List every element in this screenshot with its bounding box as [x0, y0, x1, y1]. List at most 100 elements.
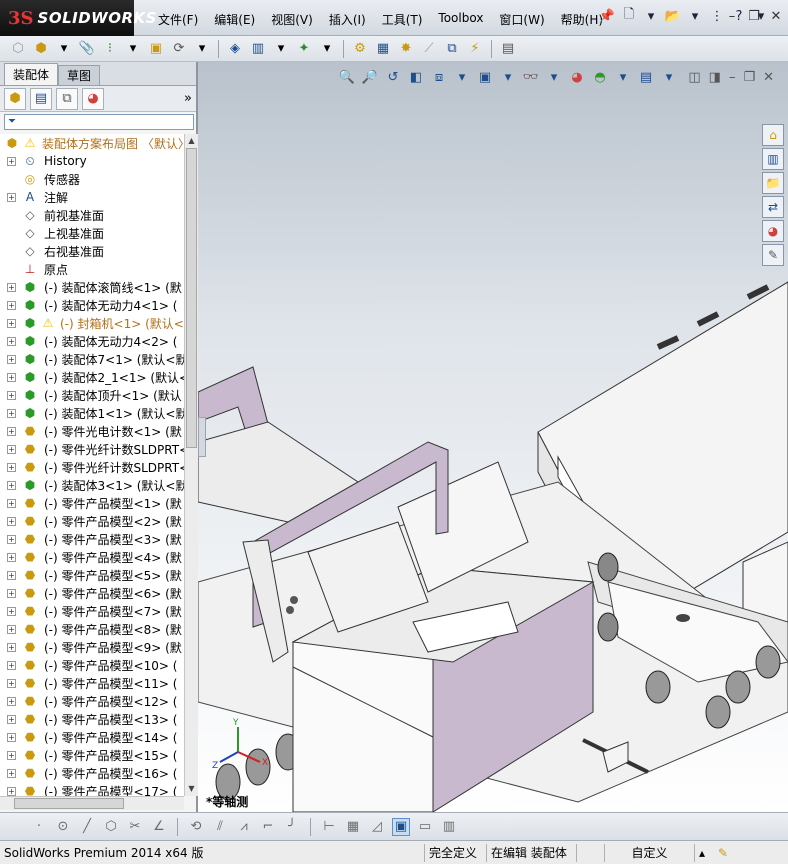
- tree-item[interactable]: + ⬣ (-) 零件产品模型<10> (: [0, 656, 184, 674]
- file-explorer-icon[interactable]: 📁: [762, 172, 784, 194]
- tree-item[interactable]: + ⬢ (-) 装配体滚筒线<1> (默: [0, 278, 184, 296]
- reference-geometry-icon[interactable]: ✦: [294, 39, 314, 59]
- tree-item[interactable]: + ⬢ (-) 装配体无动力4<1> (: [0, 296, 184, 314]
- expand-toggle-icon[interactable]: +: [7, 444, 16, 454]
- tree-root-item[interactable]: ⬢ ⚠ 装配体方案布局图 〈默认〉: [0, 134, 184, 152]
- dropdown-arrow-icon[interactable]: ▾: [453, 68, 471, 86]
- dropdown-arrow-icon[interactable]: ▾: [614, 68, 632, 86]
- expand-toggle-icon[interactable]: +: [7, 552, 16, 562]
- dropdown-arrow-icon[interactable]: ▾: [499, 68, 517, 86]
- instant3d-icon[interactable]: ⚡: [465, 39, 485, 59]
- tree-item[interactable]: + ⬢ ⚠ (-) 封箱机<1> (默认<: [0, 314, 184, 332]
- hide-show-items-icon[interactable]: 👓: [522, 68, 540, 86]
- filter-input[interactable]: ⏷: [4, 114, 194, 130]
- tree-item[interactable]: + ⬣ (-) 零件产品模型<8> (默: [0, 620, 184, 638]
- view-settings-icon[interactable]: ▤: [637, 68, 655, 86]
- dropdown-arrow-icon[interactable]: ▾: [545, 68, 563, 86]
- dropdown-arrow-icon[interactable]: ▾: [660, 68, 678, 86]
- expand-toggle-icon[interactable]: +: [7, 426, 16, 436]
- tree-item[interactable]: + ⬣ (-) 零件产品模型<3> (默: [0, 530, 184, 548]
- tree-item[interactable]: ◇ 上视基准面: [0, 224, 184, 242]
- tree-item[interactable]: + ⏲ History: [0, 152, 184, 170]
- circle-icon[interactable]: ⊙: [54, 818, 72, 836]
- expand-toggle-icon[interactable]: +: [7, 372, 16, 382]
- new-motion-study-icon[interactable]: ⚙: [350, 39, 370, 59]
- assembly-model[interactable]: Y X Z: [198, 62, 788, 812]
- appearance-manager-icon[interactable]: ◕: [82, 87, 104, 110]
- tab-assembly[interactable]: 装配体: [4, 63, 59, 85]
- menu-tools[interactable]: 工具(T): [374, 9, 431, 30]
- close-icon[interactable]: ✕: [768, 8, 784, 24]
- expand-toggle-icon[interactable]: +: [7, 750, 16, 760]
- minimize-icon[interactable]: –: [724, 8, 740, 24]
- expand-toggle-icon[interactable]: +: [7, 534, 16, 544]
- point-icon[interactable]: ·: [30, 818, 48, 836]
- dropdown-arrow-icon[interactable]: ▾: [686, 7, 704, 25]
- previous-view-icon[interactable]: ↺: [384, 68, 402, 86]
- scroll-up-icon[interactable]: ▲: [185, 134, 198, 148]
- dimension-icon[interactable]: ⊢: [320, 818, 338, 836]
- polygon-icon[interactable]: ⬡: [102, 818, 120, 836]
- tree-item[interactable]: + ⬣ (-) 零件产品模型<4> (默: [0, 548, 184, 566]
- expand-toggle-icon[interactable]: +: [7, 318, 16, 328]
- status-arrow-icon[interactable]: ▴: [694, 843, 714, 862]
- tree-item[interactable]: + ⬣ (-) 零件光纤计数SLDPRT<: [0, 458, 184, 476]
- expand-toggle-icon[interactable]: +: [7, 588, 16, 598]
- expand-toggle-icon[interactable]: +: [7, 282, 16, 292]
- menu-edit[interactable]: 编辑(E): [206, 9, 263, 30]
- tree-item[interactable]: + ⬣ (-) 零件产品模型<12> (: [0, 692, 184, 710]
- shaded-view-icon[interactable]: ▣: [392, 817, 410, 836]
- dropdown-arrow-icon[interactable]: ▾: [123, 39, 143, 59]
- apply-scene-icon[interactable]: ◓: [591, 68, 609, 86]
- tree-item[interactable]: ◎ 传感器: [0, 170, 184, 188]
- tree-item[interactable]: + ⬣ (-) 零件产品模型<11> (: [0, 674, 184, 692]
- expand-toggle-icon[interactable]: +: [7, 768, 16, 778]
- menu-insert[interactable]: 插入(I): [321, 9, 374, 30]
- custom-properties-icon[interactable]: ✎: [762, 244, 784, 266]
- tree-item[interactable]: ◇ 前视基准面: [0, 206, 184, 224]
- angle-icon[interactable]: ∠: [150, 818, 168, 836]
- status-units[interactable]: 自定义: [604, 843, 694, 862]
- dropdown-arrow-icon[interactable]: ▾: [54, 39, 74, 59]
- interference-detection-icon[interactable]: ⧉: [442, 39, 462, 59]
- solidworks-logo[interactable]: 3S SOLIDWORKS: [0, 0, 156, 36]
- tree-item[interactable]: + ⬣ (-) 零件光纤计数SLDPRT<: [0, 440, 184, 458]
- tree-item[interactable]: + ⬣ (-) 零件产品模型<9> (默: [0, 638, 184, 656]
- tree-item[interactable]: + ⬣ (-) 零件产品模型<6> (默: [0, 584, 184, 602]
- menu-file[interactable]: 文件(F): [150, 9, 206, 30]
- expand-toggle-icon[interactable]: +: [7, 714, 16, 724]
- view-orientation-icon[interactable]: ⧈: [430, 68, 448, 86]
- configuration-manager-icon[interactable]: ⧉: [56, 87, 78, 110]
- zoom-to-fit-icon[interactable]: 🔍: [338, 68, 356, 86]
- smart-fasteners-icon[interactable]: ▣: [146, 39, 166, 59]
- tree-item[interactable]: + ⬣ (-) 零件产品模型<1> (默: [0, 494, 184, 512]
- appearances-icon[interactable]: ◕: [762, 220, 784, 242]
- tree-item[interactable]: + ⬢ (-) 装配体顶升<1> (默认: [0, 386, 184, 404]
- tree-item[interactable]: + ⬣ (-) 零件产品模型<14> (: [0, 728, 184, 746]
- expand-toggle-icon[interactable]: +: [7, 606, 16, 616]
- tree-item[interactable]: + ⬣ (-) 零件产品模型<13> (: [0, 710, 184, 728]
- expand-toggle-icon[interactable]: +: [7, 786, 16, 796]
- expand-toggle-icon[interactable]: +: [7, 480, 16, 490]
- home-icon[interactable]: ⌂: [762, 124, 784, 146]
- menu-window[interactable]: 窗口(W): [491, 9, 552, 30]
- assembly-features-icon[interactable]: ▥: [248, 39, 268, 59]
- tree-item[interactable]: + ⬣ (-) 零件产品模型<5> (默: [0, 566, 184, 584]
- expand-toggle-icon[interactable]: +: [7, 408, 16, 418]
- graphics-area[interactable]: Y X Z 🔍 🔎 ↺ ◧ ⧈ ▾ ▣ ▾ 👓 ▾ ◕ ◓ ▾ ▤ ▾ ◫ ◨: [198, 62, 788, 812]
- expand-toggle-icon[interactable]: +: [7, 732, 16, 742]
- expand-toggle-icon[interactable]: +: [7, 156, 16, 166]
- expand-toggle-icon[interactable]: +: [7, 624, 16, 634]
- expand-toggle-icon[interactable]: +: [7, 678, 16, 688]
- tree-item[interactable]: + A 注解: [0, 188, 184, 206]
- tree-item[interactable]: + ⬢ (-) 装配体3<1> (默认<默: [0, 476, 184, 494]
- zoom-to-area-icon[interactable]: 🔎: [361, 68, 379, 86]
- new-part-icon[interactable]: ⬢: [31, 39, 51, 59]
- dropdown-arrow-icon[interactable]: ▾: [192, 39, 212, 59]
- minimize-icon[interactable]: –: [729, 70, 736, 85]
- dropdown-arrow-icon[interactable]: ▾: [271, 39, 291, 59]
- expand-toggle-icon[interactable]: +: [7, 336, 16, 346]
- tree-item[interactable]: + ⬣ (-) 零件产品模型<16> (: [0, 764, 184, 782]
- expand-toggle-icon[interactable]: +: [7, 570, 16, 580]
- expand-toggle-icon[interactable]: +: [7, 498, 16, 508]
